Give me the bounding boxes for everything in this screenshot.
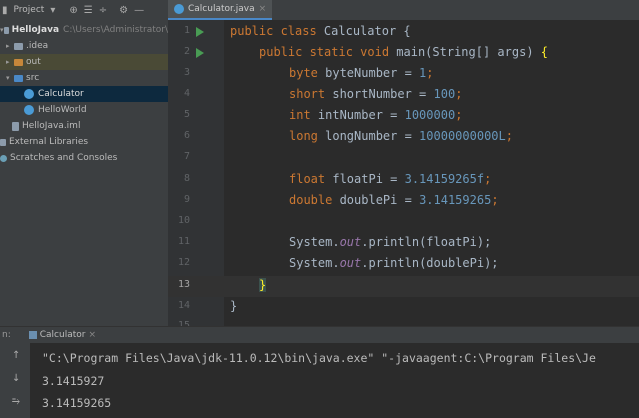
tree-item-label: HelloWorld — [38, 105, 87, 115]
dropdown-arrow-icon[interactable]: ▾ — [50, 5, 55, 16]
close-icon[interactable]: × — [259, 4, 267, 14]
console-line: 3.14159265 — [42, 396, 112, 410]
tree-item-label: Scratches and Consoles — [10, 153, 118, 163]
line-number: 9 — [183, 194, 190, 205]
console-line: "C:\Program Files\Java\jdk-11.0.12\bin\j… — [42, 351, 596, 365]
close-icon[interactable]: × — [88, 330, 96, 340]
folder-icon — [14, 42, 23, 50]
locate-icon[interactable]: ⊕ — [69, 5, 77, 16]
minimize-icon[interactable]: — — [134, 5, 144, 16]
tab-run-calculator[interactable]: Calculator × — [28, 330, 96, 340]
line-number: 13 — [177, 279, 190, 290]
line-number: 2 — [183, 46, 190, 57]
console-line: 3.1415927 — [42, 374, 105, 388]
run-panel-prefix: n: — [2, 330, 11, 340]
scroll-up-icon[interactable]: ↑ — [12, 350, 20, 361]
code-line: long longNumber = 10000000000L; — [289, 129, 513, 143]
tree-item-path: C:\Users\Administrator\ — [63, 25, 168, 35]
line-number: 5 — [183, 109, 190, 120]
run-tab-label: Calculator — [39, 330, 86, 340]
line-number: 1 — [183, 25, 190, 36]
gear-icon[interactable]: ⚙ — [119, 5, 128, 16]
tab-label: Calculator.java — [188, 4, 255, 14]
code-line: } — [230, 299, 238, 313]
java-class-icon — [24, 105, 34, 115]
tree-item-label: .idea — [26, 41, 49, 51]
project-tree: ▾ HelloJava C:\Users\Administrator\ ▸ .i… — [0, 20, 168, 326]
code-line: } — [259, 278, 267, 292]
expand-all-icon[interactable]: ☰ — [84, 5, 93, 16]
code-line: public static void main(String[] args) { — [259, 45, 549, 59]
code-line: byte byteNumber = 1; — [289, 66, 434, 80]
library-icon — [0, 138, 6, 146]
scratches-icon — [0, 154, 7, 162]
current-line-highlight — [168, 276, 639, 297]
project-view-icon: ▮ — [2, 4, 8, 16]
tree-item-label: src — [26, 73, 40, 83]
run-panel-header: n: Calculator × — [0, 326, 639, 343]
tree-item-out[interactable]: ▸ out — [0, 54, 168, 70]
line-number: 11 — [177, 236, 190, 247]
line-number: 3 — [183, 67, 190, 78]
line-number: 7 — [183, 151, 190, 162]
tree-item-idea[interactable]: ▸ .idea — [0, 38, 168, 54]
tree-item-external-libraries[interactable]: External Libraries — [0, 134, 168, 150]
source-folder-icon — [14, 74, 23, 82]
java-class-icon — [174, 4, 184, 14]
code-line: double doublePi = 3.14159265; — [289, 193, 499, 207]
run-config-icon — [28, 331, 37, 339]
soft-wrap-icon[interactable]: ⥱ — [12, 396, 20, 407]
tree-item-label: HelloJava — [11, 25, 60, 35]
tree-item-scratches[interactable]: Scratches and Consoles — [0, 150, 168, 166]
tree-item-calculator[interactable]: Calculator — [0, 86, 168, 102]
run-class-icon[interactable] — [196, 27, 204, 37]
tab-calculator-java[interactable]: Calculator.java × — [168, 0, 273, 20]
tree-item-helloworld[interactable]: HelloWorld — [0, 102, 168, 118]
line-number: 8 — [183, 173, 190, 184]
project-view-label[interactable]: Project — [14, 5, 45, 15]
iml-file-icon — [12, 121, 19, 131]
run-main-icon[interactable] — [196, 48, 204, 58]
excluded-folder-icon — [14, 58, 23, 66]
line-number: 6 — [183, 130, 190, 141]
module-folder-icon — [4, 26, 9, 34]
code-line: short shortNumber = 100; — [289, 87, 463, 101]
chevron-down-icon: ▾ — [6, 74, 10, 82]
code-line: System.out.println(floatPi); — [289, 235, 492, 249]
code-line: public class Calculator { — [230, 24, 411, 38]
tree-item-label: External Libraries — [9, 137, 89, 147]
tree-item-label: HelloJava.iml — [22, 121, 81, 131]
project-toolbar: ▮ Project ▾ ⊕ ☰ ÷ ⚙ — — [0, 0, 168, 20]
line-number: 12 — [177, 257, 190, 268]
line-number: 4 — [183, 88, 190, 99]
java-class-icon — [24, 89, 34, 99]
code-line: float floatPi = 3.14159265f; — [289, 172, 492, 186]
tree-item-src[interactable]: ▾ src — [0, 70, 168, 86]
tree-item-hellojava-iml[interactable]: HelloJava.iml — [0, 118, 168, 134]
tree-item-label: Calculator — [38, 89, 84, 99]
line-number: 14 — [177, 300, 190, 311]
line-number: 10 — [177, 215, 190, 226]
tree-item-hellojava[interactable]: ▾ HelloJava C:\Users\Administrator\ — [0, 22, 168, 38]
tree-item-label: out — [26, 57, 41, 67]
code-line: System.out.println(doublePi); — [289, 256, 499, 270]
collapse-all-icon[interactable]: ÷ — [99, 5, 107, 16]
code-line: int intNumber = 1000000; — [289, 108, 463, 122]
scroll-down-icon[interactable]: ↓ — [12, 373, 20, 384]
chevron-right-icon: ▸ — [6, 58, 10, 66]
chevron-right-icon: ▸ — [6, 42, 10, 50]
